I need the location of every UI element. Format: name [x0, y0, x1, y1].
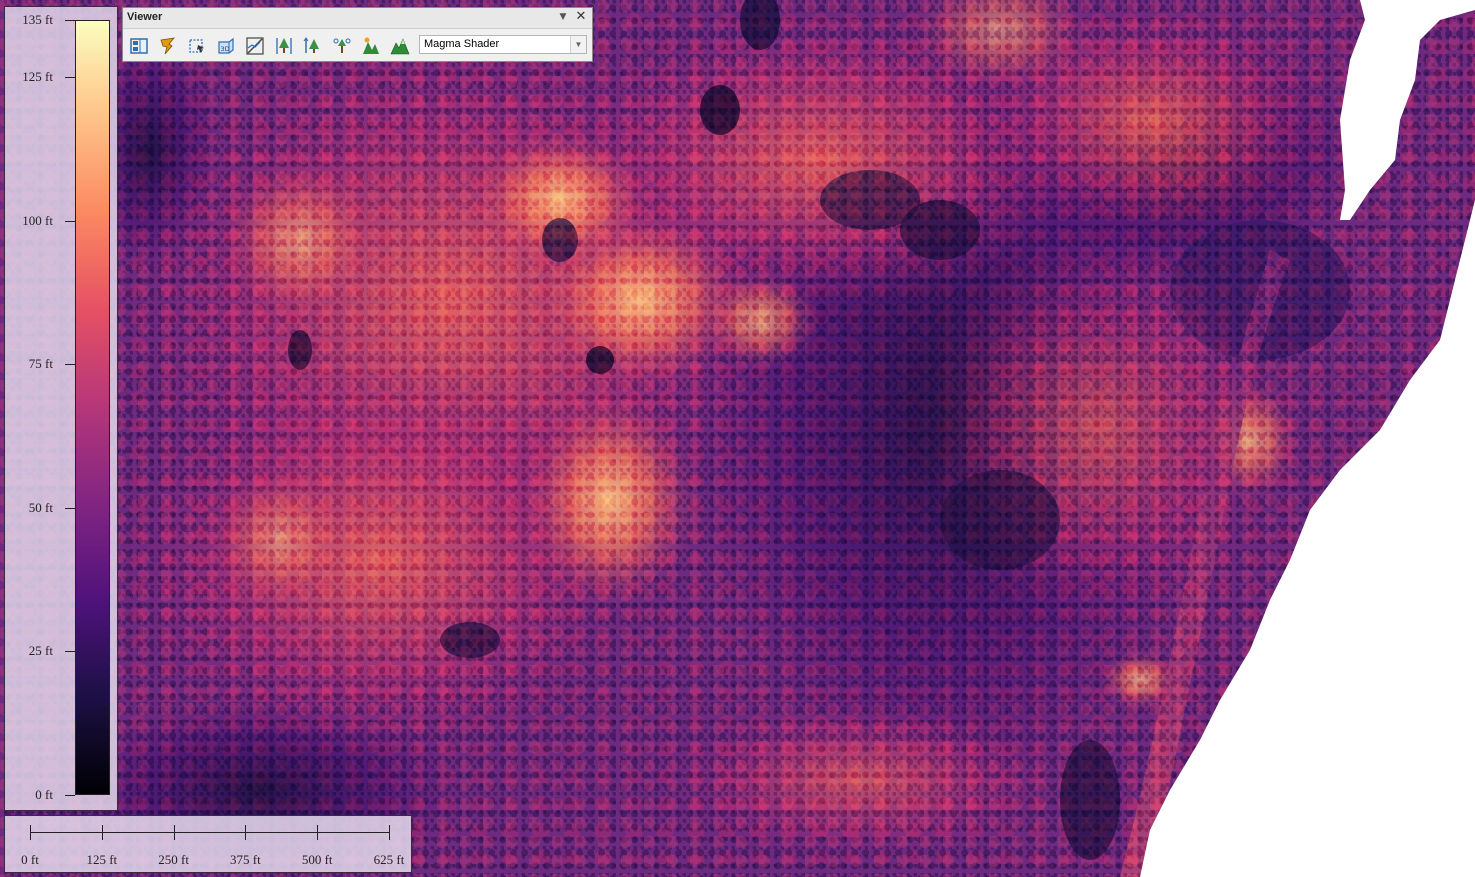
scale-tick-label: 0 ft — [21, 852, 39, 867]
select-area-icon — [189, 39, 204, 53]
select-area-button[interactable] — [185, 35, 209, 57]
legend-tick-label: 100 ft — [22, 212, 53, 228]
viewer-title: Viewer — [127, 11, 163, 23]
layout-icon — [130, 38, 148, 54]
scale-tick — [30, 825, 31, 840]
legend-tick-label: 75 ft — [28, 356, 53, 372]
svg-text:3D: 3D — [221, 45, 230, 53]
terrain-icon — [390, 38, 410, 55]
scale-tick-label: 500 ft — [301, 852, 333, 867]
legend-tick — [65, 20, 75, 21]
height-legend: 135 ft 125 ft 100 ft 75 ft 50 ft 25 ft 0 ft — [4, 6, 118, 811]
dropdown-arrow-icon[interactable]: ▼ — [556, 10, 570, 24]
terrain-button[interactable] — [388, 35, 412, 57]
legend-tick — [65, 507, 75, 509]
close-icon[interactable]: ✕ — [574, 9, 588, 25]
scale-tick — [173, 825, 175, 840]
tree-height-button[interactable] — [301, 35, 325, 57]
legend-tick-label: 0 ft — [35, 787, 53, 802]
scale-tick-label: 375 ft — [230, 852, 261, 867]
tree-detect-button[interactable] — [330, 35, 354, 57]
legend-tick — [65, 364, 75, 366]
shader-select-value: Magma Shader — [424, 38, 500, 50]
canopy-button[interactable] — [359, 35, 383, 57]
profile-button[interactable] — [243, 35, 267, 57]
legend-color-ramp — [75, 20, 110, 795]
scale-tick — [245, 825, 247, 840]
scale-tick — [317, 825, 319, 840]
tree-detect-icon — [333, 38, 351, 53]
viewer-panel: Viewer ▼ ✕ 3D Magma Shader ▼ — [122, 7, 593, 62]
legend-tick — [65, 220, 75, 222]
shader-select[interactable]: Magma Shader ▼ — [419, 35, 587, 54]
scale-tick-label: 625 ft — [373, 852, 405, 867]
chevron-down-icon[interactable]: ▼ — [570, 36, 586, 53]
viewer-title-bar[interactable]: Viewer ▼ ✕ — [123, 8, 592, 29]
scale-tick-label: 250 ft — [158, 852, 189, 867]
canopy-icon — [363, 37, 379, 54]
legend-tick — [65, 77, 75, 79]
no-data-area — [1140, 0, 1475, 877]
pointer-icon — [160, 37, 175, 55]
legend-tick-label: 135 ft — [22, 12, 53, 27]
scale-bar: 0 ft 125 ft 250 ft 375 ft 500 ft 625 ft — [4, 815, 412, 873]
3d-view-icon: 3D — [218, 37, 234, 54]
legend-tick-label: 125 ft — [22, 69, 53, 85]
profile-icon — [246, 37, 264, 55]
pointer-button[interactable] — [156, 35, 180, 57]
legend-tick-label: 50 ft — [28, 499, 53, 515]
tree-measure-button[interactable] — [272, 35, 296, 57]
3d-view-button[interactable]: 3D — [214, 35, 238, 57]
legend-tick — [65, 795, 75, 796]
viewer-toolbar: 3D — [127, 34, 417, 58]
tree-measure-icon — [276, 38, 292, 54]
scale-tick — [101, 825, 103, 840]
layout-button[interactable] — [127, 35, 151, 57]
map-canvas[interactable] — [0, 0, 1475, 877]
legend-tick — [65, 651, 75, 653]
tree-height-icon — [303, 37, 319, 53]
scale-tick — [389, 825, 390, 840]
scale-tick-label: 125 ft — [86, 852, 118, 867]
legend-tick-label: 25 ft — [28, 643, 53, 659]
scale-bar-line — [30, 832, 389, 833]
